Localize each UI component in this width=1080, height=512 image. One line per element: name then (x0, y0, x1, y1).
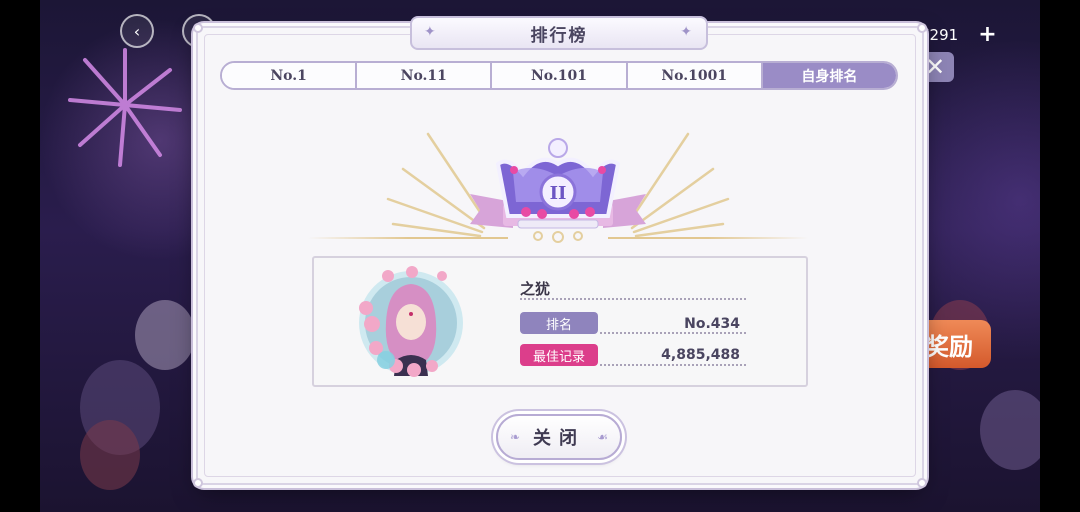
corner-ornament (193, 478, 203, 488)
player-record-card: 之犹 排名 No.434 最佳记录 4,885,488 (312, 256, 808, 387)
crown-numeral: II (550, 183, 567, 204)
ornament-icon: ☙ (597, 430, 608, 444)
firework-decoration (68, 48, 182, 167)
divider (600, 364, 746, 366)
corner-ornament (917, 23, 927, 33)
balloon-decoration (80, 420, 140, 490)
rank-value: No.434 (684, 316, 740, 332)
crown-icon: II (386, 132, 730, 243)
add-currency-c-button[interactable]: + (978, 22, 996, 47)
close-icon: ✕ (924, 53, 946, 81)
best-record-value: 4,885,488 (661, 347, 740, 363)
tab-self-rank[interactable]: 自身排名 (762, 63, 896, 88)
tab-no1[interactable]: No.1 (222, 63, 358, 88)
player-avatar[interactable] (352, 264, 470, 382)
dialog-title: 排行榜 (530, 25, 588, 46)
balloon-decoration (135, 300, 195, 370)
corner-ornament (917, 478, 927, 488)
letterbox-right (1040, 0, 1080, 512)
divider (600, 332, 746, 334)
sparkle-icon: ✦ (680, 24, 694, 40)
tab-no101[interactable]: No.101 (492, 63, 628, 88)
divider (520, 298, 746, 300)
close-button[interactable]: ❧ 关闭 ☙ (496, 414, 622, 460)
rank-label-badge: 排名 (520, 312, 598, 334)
player-name: 之犹 (520, 280, 551, 298)
leaderboard-dialog: ✦ 排行榜 ✦ No.1 No.11 No.101 No.1001 自身排名 I… (193, 16, 927, 488)
rank-tabs: No.1 No.11 No.101 No.1001 自身排名 (220, 61, 898, 90)
tab-no11[interactable]: No.11 (357, 63, 493, 88)
tab-no1001[interactable]: No.1001 (627, 63, 763, 88)
best-record-badge: 最佳记录 (520, 344, 598, 366)
back-arrow-icon: ‹ (133, 21, 141, 41)
ornament-icon: ❧ (510, 430, 521, 444)
letterbox-left (0, 0, 40, 512)
corner-ornament (193, 23, 203, 33)
dialog-title-plate: ✦ 排行榜 ✦ (410, 16, 708, 50)
rank-crown-emblem: II (308, 124, 808, 248)
back-button[interactable]: ‹ (120, 14, 154, 48)
sparkle-icon: ✦ (424, 24, 438, 40)
balloon-decoration (980, 390, 1040, 470)
close-button-label: 关闭 (533, 428, 585, 449)
